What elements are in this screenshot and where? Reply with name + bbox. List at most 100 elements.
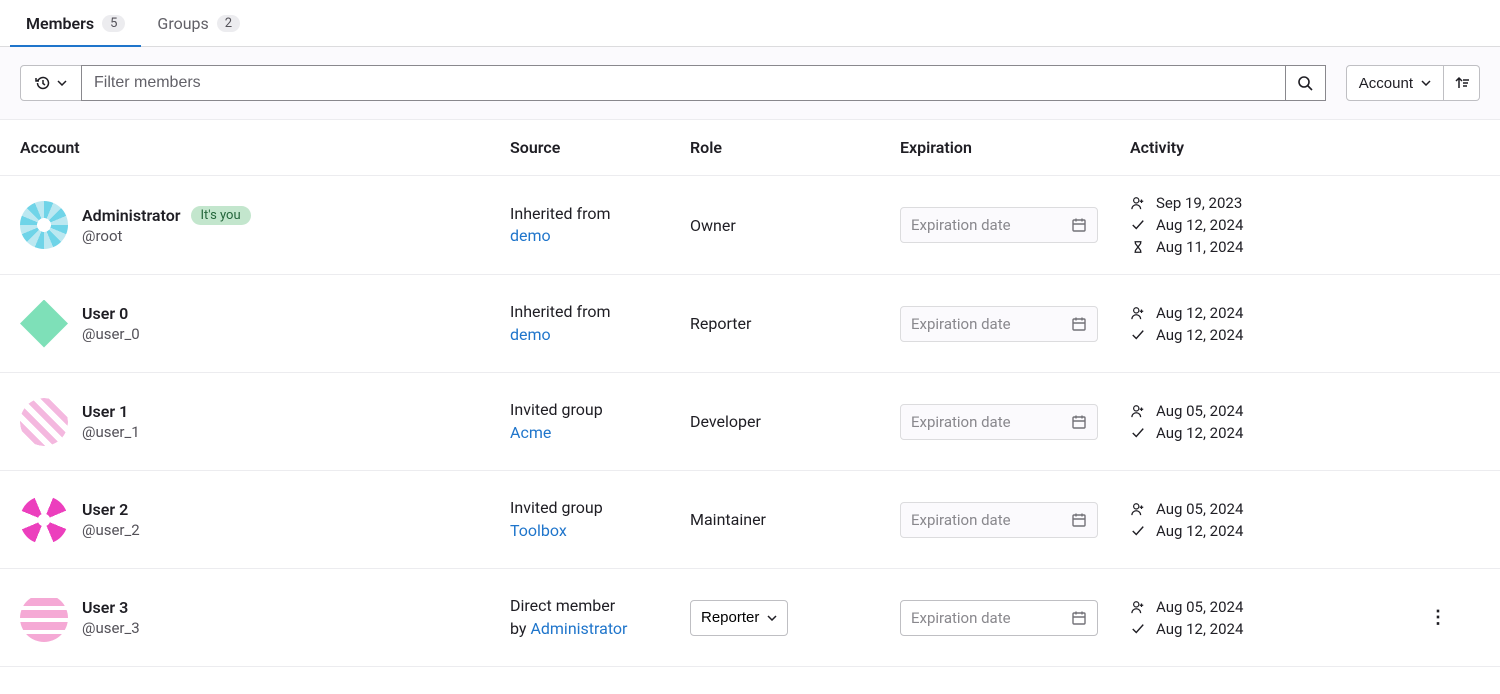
user-plus-icon	[1130, 404, 1146, 418]
sort-direction-icon	[1454, 75, 1470, 91]
member-username: @user_1	[82, 423, 140, 441]
member-name[interactable]: User 1	[82, 402, 128, 421]
col-activity: Activity	[1120, 138, 1410, 157]
tab-groups-label: Groups	[157, 14, 208, 33]
check-icon	[1130, 218, 1146, 232]
members-table: Account Source Role Expiration Activity …	[0, 120, 1500, 667]
activity-signin: Aug 12, 2024	[1156, 522, 1243, 540]
table-row: User 0 @user_0 Inherited from demo Repor…	[0, 275, 1500, 373]
role-value: Reporter	[701, 609, 759, 626]
role-value: Maintainer	[680, 510, 890, 529]
more-actions-button[interactable]: ⋮	[1420, 600, 1456, 636]
expiration-input[interactable]: Expiration date	[900, 404, 1098, 440]
user-plus-icon	[1130, 196, 1146, 210]
role-value: Developer	[680, 412, 890, 431]
activity-joined: Aug 12, 2024	[1156, 304, 1243, 322]
role-select[interactable]: Reporter	[690, 600, 788, 636]
sort-direction-button[interactable]	[1444, 65, 1480, 101]
tab-members[interactable]: Members 5	[10, 0, 141, 47]
expiration-placeholder: Expiration date	[911, 413, 1011, 431]
check-icon	[1130, 524, 1146, 538]
member-name[interactable]: User 2	[82, 500, 128, 519]
avatar[interactable]	[20, 201, 68, 249]
filter-input[interactable]	[81, 65, 1286, 101]
avatar[interactable]	[20, 300, 68, 348]
role-value: Owner	[680, 216, 890, 235]
avatar[interactable]	[20, 398, 68, 446]
table-row: Administrator It's you @root Inherited f…	[0, 176, 1500, 275]
chevron-down-icon	[767, 615, 777, 621]
member-username: @user_3	[82, 619, 140, 637]
sort-label: Account	[1359, 75, 1413, 92]
member-username: @root	[82, 227, 251, 245]
source-link[interactable]: Toolbox	[510, 521, 567, 540]
source-prefix: Direct member	[510, 596, 615, 615]
source-link[interactable]: Acme	[510, 423, 551, 442]
chevron-down-icon	[57, 80, 67, 86]
expiration-input[interactable]: Expiration date	[900, 600, 1098, 636]
expiration-input[interactable]: Expiration date	[900, 502, 1098, 538]
member-username: @user_2	[82, 521, 140, 539]
activity-signin: Aug 12, 2024	[1156, 216, 1243, 234]
table-row: User 2 @user_2 Invited group Toolbox Mai…	[0, 471, 1500, 569]
source-prefix: Invited group	[510, 400, 603, 419]
history-icon	[35, 75, 51, 91]
avatar[interactable]	[20, 496, 68, 544]
col-role: Role	[680, 138, 890, 157]
expiration-input[interactable]: Expiration date	[900, 207, 1098, 243]
its-you-badge: It's you	[191, 206, 251, 225]
source-prefix: Invited group	[510, 498, 603, 517]
check-icon	[1130, 426, 1146, 440]
activity-signin: Aug 12, 2024	[1156, 620, 1243, 638]
member-username: @user_0	[82, 325, 140, 343]
tab-groups-count: 2	[217, 15, 240, 32]
check-icon	[1130, 622, 1146, 636]
col-account: Account	[10, 138, 500, 157]
calendar-icon	[1071, 316, 1087, 332]
activity-signin: Aug 12, 2024	[1156, 326, 1243, 344]
col-expiration: Expiration	[890, 138, 1120, 157]
expiration-placeholder: Expiration date	[911, 511, 1011, 529]
source-prefix: Inherited from	[510, 302, 611, 321]
activity-signin: Aug 12, 2024	[1156, 424, 1243, 442]
source-by: by	[510, 619, 530, 638]
expiration-placeholder: Expiration date	[911, 315, 1011, 333]
tab-groups[interactable]: Groups 2	[141, 0, 256, 47]
hourglass-icon	[1130, 240, 1146, 254]
member-name[interactable]: Administrator	[82, 206, 181, 225]
expiration-placeholder: Expiration date	[911, 609, 1011, 627]
activity-joined: Aug 05, 2024	[1156, 500, 1243, 518]
sort-group: Account	[1346, 65, 1480, 101]
calendar-icon	[1071, 217, 1087, 233]
avatar[interactable]	[20, 594, 68, 642]
tab-members-label: Members	[26, 14, 94, 33]
sort-dropdown[interactable]: Account	[1346, 65, 1444, 101]
user-plus-icon	[1130, 502, 1146, 516]
role-value: Reporter	[680, 314, 890, 333]
tab-members-count: 5	[102, 15, 125, 32]
activity-joined: Sep 19, 2023	[1156, 194, 1242, 212]
source-prefix: Inherited from	[510, 204, 611, 223]
source-link[interactable]: demo	[510, 325, 551, 344]
table-row: User 1 @user_1 Invited group Acme Develo…	[0, 373, 1500, 471]
calendar-icon	[1071, 512, 1087, 528]
source-link[interactable]: demo	[510, 226, 551, 245]
member-name[interactable]: User 0	[82, 304, 128, 323]
table-row: User 3 @user_3 Direct member by Administ…	[0, 569, 1500, 667]
expiration-input[interactable]: Expiration date	[900, 306, 1098, 342]
calendar-icon	[1071, 610, 1087, 626]
activity-joined: Aug 05, 2024	[1156, 402, 1243, 420]
filter-toolbar: Account	[0, 47, 1500, 120]
search-button[interactable]	[1286, 65, 1326, 101]
source-link[interactable]: Administrator	[530, 619, 627, 638]
table-header: Account Source Role Expiration Activity	[0, 120, 1500, 176]
history-button[interactable]	[20, 65, 82, 101]
check-icon	[1130, 328, 1146, 342]
user-plus-icon	[1130, 600, 1146, 614]
activity-last: Aug 11, 2024	[1156, 238, 1243, 256]
expiration-placeholder: Expiration date	[911, 216, 1011, 234]
kebab-icon: ⋮	[1429, 607, 1447, 628]
member-name[interactable]: User 3	[82, 598, 128, 617]
user-plus-icon	[1130, 306, 1146, 320]
col-source: Source	[500, 138, 680, 157]
